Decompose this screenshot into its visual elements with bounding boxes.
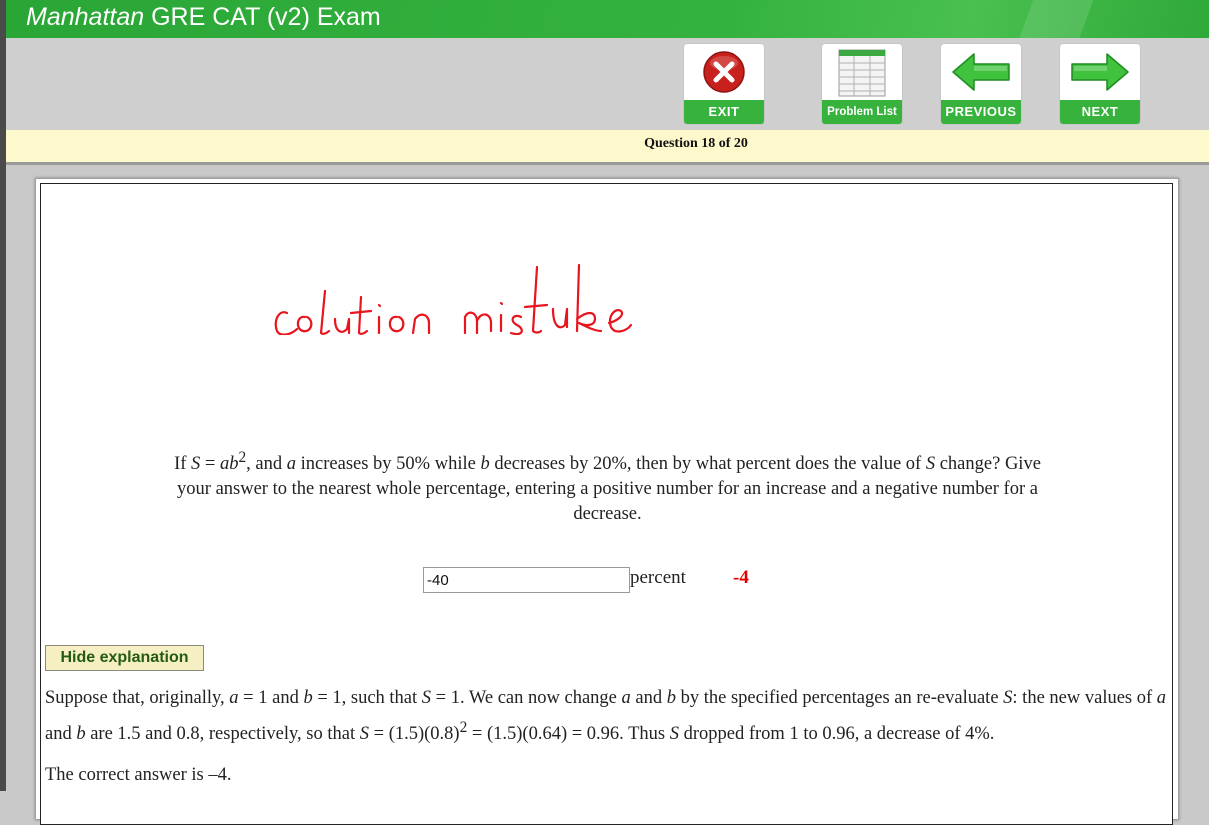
- problem-list-button[interactable]: Problem List: [822, 44, 902, 124]
- app-title-text: GRE CAT (v2) Exam: [151, 3, 381, 31]
- explanation-part: and: [45, 724, 77, 745]
- question-text-part: If: [174, 454, 192, 475]
- next-label: NEXT: [1060, 100, 1140, 124]
- arrow-right-icon: [1071, 53, 1129, 91]
- variable-s: S: [191, 454, 201, 475]
- explanation-part: are 1.5 and 0.8, respectively, so that: [85, 724, 360, 745]
- explanation-part: Suppose that, originally,: [45, 688, 230, 708]
- variable-b: b: [480, 454, 490, 475]
- final-answer: The correct answer is –4.: [45, 765, 232, 786]
- question-text-part: , and: [246, 454, 287, 475]
- question-text: If S = ab2, and a increases by 50% while…: [170, 445, 1045, 527]
- variable-s: S: [669, 724, 679, 745]
- variable-a: a: [621, 688, 631, 708]
- next-button[interactable]: NEXT: [1060, 44, 1140, 124]
- variable-b: b: [76, 724, 86, 745]
- handwritten-annotation: [274, 263, 633, 335]
- explanation-part: = 1. We can now change: [431, 688, 622, 708]
- explanation-part: = 1 and: [238, 688, 304, 708]
- variable-a: a: [286, 454, 297, 475]
- explanation-paragraph: Suppose that, originally, a = 1 and b = …: [45, 683, 1169, 749]
- close-circle-icon: [703, 51, 745, 93]
- hide-explanation-button[interactable]: Hide explanation: [45, 645, 204, 671]
- arrow-left-icon: [952, 53, 1010, 91]
- previous-label: PREVIOUS: [941, 100, 1021, 124]
- explanation-part: and: [630, 688, 667, 708]
- explanation-part: = 1, such that: [312, 688, 422, 708]
- variable-a: a: [1156, 688, 1167, 708]
- variable-s: S: [421, 688, 432, 708]
- question-counter: Question 18 of 20: [644, 136, 748, 151]
- variable-s: S: [925, 454, 936, 475]
- question-text-part: increases by 50% while: [296, 454, 481, 475]
- exit-button[interactable]: EXIT: [684, 44, 764, 124]
- title-bar: Manhattan GRE CAT (v2) Exam: [6, 0, 1209, 38]
- explanation-part: : the new values of: [1012, 688, 1157, 708]
- variable-a: a: [229, 688, 239, 708]
- app-title: Manhattan GRE CAT (v2) Exam: [26, 3, 381, 32]
- answer-input[interactable]: [423, 567, 630, 593]
- variable-s: S: [359, 724, 370, 745]
- question-status-bar: Question 18 of 20: [6, 130, 1209, 165]
- correct-answer-mark: -4: [733, 567, 749, 588]
- problem-list-label: Problem List: [822, 100, 902, 124]
- toolbar: EXIT Problem List PREVIOUS NEXT: [6, 38, 1209, 130]
- previous-button[interactable]: PREVIOUS: [941, 44, 1021, 124]
- explanation-part: dropped from 1 to 0.96, a decrease of 4%…: [678, 724, 995, 745]
- variable-b: b: [666, 688, 676, 708]
- question-text-part: decreases by 20%, then by what percent d…: [489, 454, 926, 475]
- question-text-part: =: [200, 454, 220, 475]
- explanation-text: Suppose that, originally, a = 1 and b = …: [45, 683, 1169, 790]
- variable-ab: ab: [219, 454, 239, 475]
- explanation-part: = (1.5)(0.64) = 0.96. Thus: [467, 724, 670, 745]
- variable-b: b: [303, 688, 313, 708]
- app-title-brand: Manhattan: [26, 3, 145, 31]
- explanation-part: by the specified percentages an re-evalu…: [675, 688, 1004, 708]
- answer-unit: percent: [630, 567, 686, 588]
- exit-label: EXIT: [684, 100, 764, 124]
- explanation-part: = (1.5)(0.8): [369, 724, 460, 745]
- title-bar-sheen: [1011, 0, 1101, 38]
- table-grid-icon: [838, 49, 886, 97]
